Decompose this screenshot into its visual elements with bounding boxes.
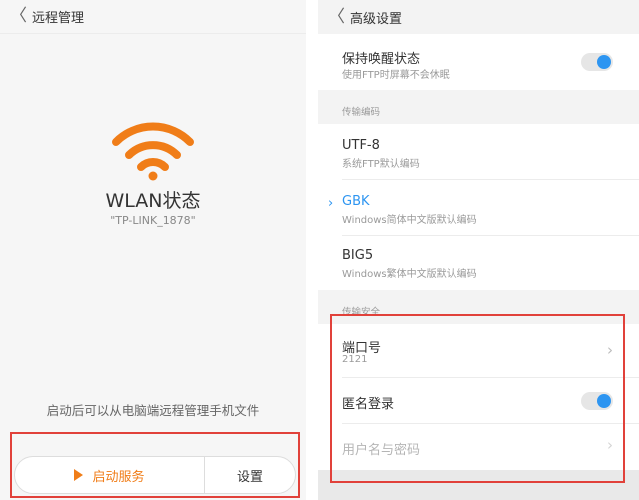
- encoding-desc: 系统FTP默认编码: [342, 159, 420, 170]
- keep-awake-toggle[interactable]: [581, 53, 613, 71]
- page-title: 高级设置: [350, 11, 403, 27]
- encoding-section-label: 传输编码: [342, 107, 381, 118]
- remote-management-screen: 〈 远程管理 WLAN状态 "TP-LINK_1878" 启动后可以从电脑端远程…: [0, 0, 306, 500]
- back-arrow-icon[interactable]: 〈: [328, 8, 350, 26]
- toggle-knob: [597, 55, 611, 69]
- wlan-status-title: WLAN状态: [105, 190, 201, 212]
- keep-awake-row[interactable]: 保持唤醒状态 使用FTP时屏幕不会休眠: [318, 34, 639, 90]
- page-title: 远程管理: [32, 11, 85, 26]
- network-ssid: "TP-LINK_1878": [110, 214, 196, 227]
- encoding-desc: Windows简体中文版默认编码: [342, 215, 477, 226]
- encoding-section-header: 传输编码: [318, 90, 639, 124]
- keep-awake-subtitle: 使用FTP时屏幕不会休眠: [342, 70, 450, 81]
- encoding-name: BIG5: [342, 248, 374, 263]
- header-bar: 〈 高级设置: [318, 0, 639, 34]
- encoding-name: UTF-8: [342, 138, 380, 153]
- back-arrow-icon[interactable]: 〈: [10, 8, 32, 25]
- encoding-option-gbk[interactable]: › GBK Windows简体中文版默认编码: [318, 180, 639, 236]
- header-bar: 〈 远程管理: [0, 0, 306, 34]
- highlight-box: [330, 314, 625, 483]
- encoding-option-big5[interactable]: BIG5 Windows繁体中文版默认编码: [318, 236, 639, 290]
- keep-awake-title: 保持唤醒状态: [342, 52, 421, 67]
- encoding-option-utf8[interactable]: UTF-8 系统FTP默认编码: [318, 124, 639, 180]
- advanced-settings-screen: 〈 高级设置 保持唤醒状态 使用FTP时屏幕不会休眠 传输编码 UTF-8 系统…: [318, 0, 639, 500]
- wifi-icon: [112, 122, 194, 181]
- highlight-box: [10, 432, 300, 498]
- start-hint-text: 启动后可以从电脑端远程管理手机文件: [46, 403, 260, 418]
- encoding-name: GBK: [342, 194, 370, 209]
- selected-chevron-icon: ›: [328, 196, 334, 211]
- encoding-desc: Windows繁体中文版默认编码: [342, 269, 477, 280]
